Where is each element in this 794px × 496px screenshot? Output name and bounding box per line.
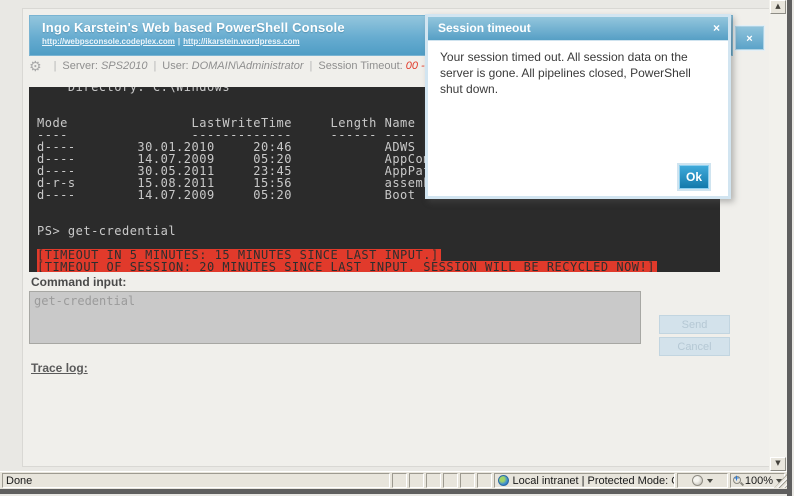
user-value: DOMAIN\Administrator	[191, 60, 304, 72]
zoom-level-text: 100%	[744, 474, 773, 487]
gear-icon[interactable]: ⚙	[29, 59, 42, 75]
status-done-text: Done	[6, 474, 33, 487]
server-label: Server:	[62, 60, 98, 72]
scroll-down-icon[interactable]: ▼	[770, 457, 786, 471]
dialog-message: Your session timed out. All session data…	[440, 50, 691, 96]
dialog-close-icon[interactable]: ×	[713, 20, 720, 36]
send-button[interactable]: Send	[659, 315, 730, 334]
status-zone-pane: Local intranet | Protected Mode: Off	[493, 473, 675, 488]
statusbar-empty-pane	[391, 473, 407, 488]
close-icon: ×	[746, 33, 753, 45]
globe-icon	[497, 475, 509, 486]
command-input-label: Command input:	[31, 275, 127, 289]
status-bar: Done Local intranet | Protected Mode: Of…	[0, 471, 787, 489]
security-report-pane[interactable]	[676, 473, 728, 488]
dialog-title: Session timeout	[438, 21, 531, 35]
window-frame-bottom	[0, 489, 787, 494]
zoom-magnifier-icon	[732, 474, 744, 487]
ok-button[interactable]: Ok	[679, 165, 709, 189]
statusbar-empty-pane	[442, 473, 458, 488]
console-alert-line: [TIMEOUT OF SESSION: 20 MINUTES SINCE LA…	[37, 260, 657, 272]
statusbar-empty-pane	[425, 473, 441, 488]
toolbar-separator: |	[153, 60, 157, 72]
browser-viewport: Ingo Karstein's Web based PowerShell Con…	[0, 0, 794, 496]
status-done-pane: Done	[2, 473, 390, 488]
user-label: User:	[162, 60, 189, 72]
page-close-button[interactable]: ×	[735, 26, 764, 50]
vertical-scrollbar[interactable]: ▲ ▼	[769, 0, 787, 471]
scroll-up-icon[interactable]: ▲	[770, 0, 786, 14]
toolbar-separator: |	[53, 60, 57, 72]
statusbar-empty-panes	[391, 473, 492, 488]
console-line: PS> get-credential	[37, 224, 177, 238]
codeplex-link[interactable]: http://webpsconsole.codeplex.com	[42, 37, 175, 46]
toolbar-separator: |	[309, 60, 313, 72]
trace-log-link[interactable]: Trace log:	[31, 361, 88, 375]
status-zone-text: Local intranet | Protected Mode: Off	[512, 474, 675, 487]
statusbar-empty-pane	[476, 473, 492, 488]
cancel-button[interactable]: Cancel	[659, 337, 730, 356]
chevron-down-icon	[706, 478, 713, 483]
statusbar-empty-pane	[459, 473, 475, 488]
window-frame-right	[787, 0, 792, 496]
wordpress-link[interactable]: http://ikarstein.wordpress.com	[183, 37, 299, 46]
session-timeout-label: Session Timeout:	[318, 60, 403, 72]
command-input[interactable]: get-credential	[29, 291, 641, 344]
server-value: SPS2010	[100, 60, 148, 72]
session-timeout-dialog: Session timeout × Your session timed out…	[425, 14, 731, 199]
security-report-icon	[691, 475, 703, 486]
dialog-titlebar: Session timeout ×	[428, 17, 728, 41]
link-separator: |	[177, 37, 181, 46]
statusbar-empty-pane	[408, 473, 424, 488]
